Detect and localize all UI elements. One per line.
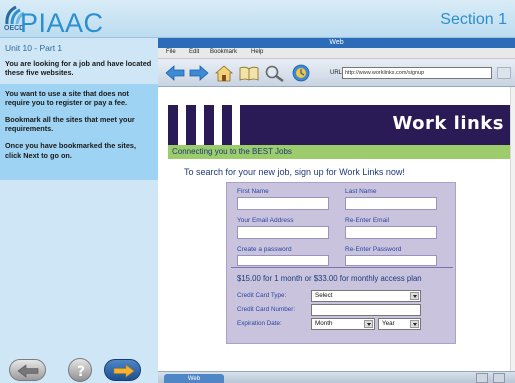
svg-text:?: ? [77,364,85,380]
home-icon[interactable] [213,63,235,83]
expiration-label: Expiration Date: [237,320,282,327]
help-button[interactable]: ? [68,358,92,382]
browser-window: Web File Edit Bookmark Help URL: http://… [158,38,515,383]
site-logo-title: Work links [392,113,504,134]
history-icon[interactable] [290,63,312,83]
card-type-label: Credit Card Type: [237,292,287,299]
arrow-left-icon [17,364,39,378]
chevron-down-icon [410,292,419,300]
last-name-label: Last Name [345,188,377,195]
arrow-right-icon [113,364,135,378]
expiration-year-value: Year [382,320,395,327]
banner-stripe [232,105,240,145]
browser-toolbar: URL: http://www.worklinks.com/signup [158,59,515,87]
email-field[interactable] [237,226,329,239]
password-confirm-field[interactable] [345,255,437,266]
banner-stripe [214,105,222,145]
password-confirm-label: Re-Enter Password [345,246,402,253]
search-icon[interactable] [263,63,285,83]
menu-bookmark[interactable]: Bookmark [210,49,237,55]
menu-bar: File Edit Bookmark Help [158,48,515,59]
next-button[interactable] [104,359,141,381]
card-type-select[interactable]: Select [311,290,421,302]
password-label: Create a password [237,246,292,253]
chevron-down-icon [364,320,373,328]
expiration-month-select[interactable]: Month [311,318,375,330]
app-title: PIAAC [20,8,104,38]
banner-stripe [196,105,204,145]
menu-file[interactable]: File [166,49,176,55]
menu-edit[interactable]: Edit [189,49,199,55]
task-instructions: You want to use a site that does not req… [0,84,158,180]
signup-form: First Name Last Name Your Email Address … [226,182,456,344]
window-maximize-button[interactable] [493,373,505,383]
web-page: Work links Connecting you to the BEST Jo… [158,87,510,371]
signup-heading: To search for your new job, sign up for … [184,167,405,177]
instruction-2: Bookmark all the sites that meet your re… [5,115,135,134]
url-input[interactable]: http://www.worklinks.com/signup [342,67,492,79]
banner-stripe [178,105,186,145]
back-button[interactable] [9,359,46,381]
task-intro: You are looking for a job and have locat… [5,59,152,78]
password-field[interactable] [237,255,329,266]
expiration-month-value: Month [315,320,333,327]
first-name-field[interactable] [237,197,329,210]
email-confirm-label: Re-Enter Email [345,217,390,224]
forward-arrow-icon[interactable] [188,63,210,83]
unit-label: Unit 10 - Part 1 [5,43,63,53]
menu-help[interactable]: Help [251,49,263,55]
bookmarks-icon[interactable] [238,63,260,83]
pricing-text: $15.00 for 1 month or $33.00 for monthly… [237,274,422,283]
browser-title: Web [158,38,515,48]
window-minimize-button[interactable] [476,373,488,383]
site-banner: Work links [168,105,510,145]
page-scrollbar[interactable] [510,87,515,371]
email-label: Your Email Address [237,217,294,224]
site-tagline: Connecting you to the BEST Jobs [168,145,510,159]
first-name-label: First Name [237,188,269,195]
instructions-panel: Unit 10 - Part 1 You are looking for a j… [0,38,158,383]
app-header: OECD PIAAC Section 1 [0,0,515,38]
chevron-down-icon [410,320,419,328]
section-title: Section 1 [440,11,507,28]
expiration-year-select[interactable]: Year [378,318,421,330]
browser-statusbar: Web [158,371,515,383]
last-name-field[interactable] [345,197,437,210]
form-divider [231,267,453,268]
instruction-3: Once you have bookmarked the sites, clic… [5,141,136,160]
back-arrow-icon[interactable] [164,63,186,83]
card-number-field[interactable] [311,304,421,316]
card-type-value: Select [315,292,333,299]
card-number-label: Credit Card Number: [237,306,296,313]
go-button[interactable] [497,67,511,79]
email-confirm-field[interactable] [345,226,437,239]
tab-web[interactable]: Web [164,374,224,383]
instruction-1: You want to use a site that does not req… [5,89,129,108]
question-icon: ? [77,364,85,380]
